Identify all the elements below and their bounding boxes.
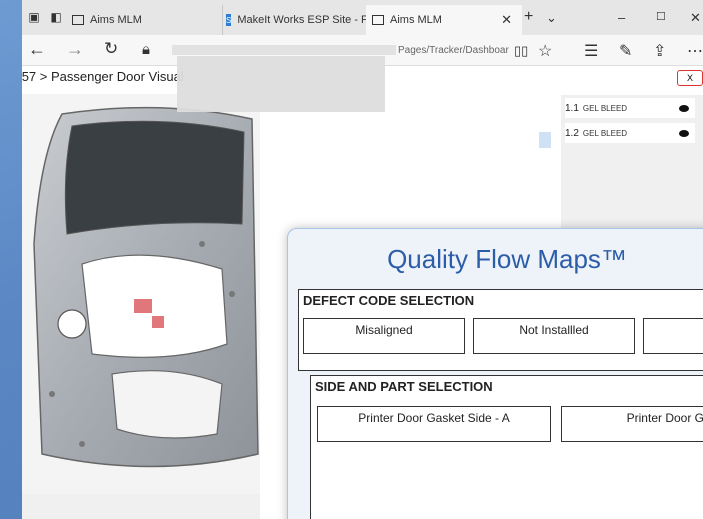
window-close-icon[interactable]: ✕	[690, 10, 701, 26]
browser-window: ▣ ◧ Aims MLM S MakeIt Works ESP Site - F…	[22, 0, 703, 519]
defect-number: 1.2	[565, 127, 579, 139]
page-icon	[372, 15, 384, 25]
sharepoint-icon: S	[226, 14, 232, 26]
reading-view-icon[interactable]: ▯▯	[514, 43, 528, 59]
tab-label: MakeIt Works ESP Site - F	[237, 14, 368, 26]
comment-icon[interactable]	[679, 104, 689, 112]
defect-marker	[134, 299, 152, 313]
defect-option-3[interactable]	[643, 318, 703, 354]
url-text: Pages/Tracker/Dashboar	[398, 44, 509, 56]
breadcrumb: 93457 > Passenger Door Visual	[22, 69, 184, 84]
tab-label: Aims MLM	[390, 14, 442, 26]
chevron-down-icon[interactable]: ⌄	[546, 10, 557, 26]
tabs-preview-icon[interactable]: ◧	[48, 9, 64, 25]
set-aside-tabs-icon[interactable]: ▣	[26, 9, 42, 25]
door-photo	[22, 94, 260, 494]
comment-icon[interactable]	[679, 129, 689, 137]
defect-number: 1.1	[565, 102, 579, 114]
option-label: Misaligned	[355, 323, 413, 337]
side-option-gasket-a[interactable]: Printer Door Gasket Side - A	[317, 406, 551, 442]
defect-label: GEL BLEED	[582, 103, 628, 113]
redaction-overlay	[177, 56, 385, 112]
defect-list-item[interactable]: 1.1 GEL BLEED	[565, 98, 695, 118]
maximize-icon[interactable]: ☐	[656, 10, 666, 23]
dialog-title: Quality Flow Maps™	[387, 244, 627, 274]
photo-footer	[22, 494, 260, 519]
defect-marker	[152, 316, 164, 328]
favorite-star-icon[interactable]: ☆	[538, 41, 552, 61]
option-label: Printer Door Gaske	[626, 411, 703, 425]
defect-list-item[interactable]: 1.2 GEL BLEED	[565, 123, 695, 143]
pen-icon[interactable]: ✎	[619, 41, 632, 61]
refresh-icon[interactable]: ↻	[104, 39, 118, 59]
side-part-selection: SIDE AND PART SELECTION Printer Door Gas…	[310, 375, 703, 519]
defect-label: GEL BLEED	[582, 128, 628, 138]
back-icon[interactable]: ←	[28, 39, 46, 60]
defect-option-not-installed[interactable]: Not Installled	[473, 318, 635, 354]
lock-icon: 🔒︎	[142, 41, 150, 58]
side-option-gasket-b[interactable]: Printer Door Gaske	[561, 406, 703, 442]
section-heading: SIDE AND PART SELECTION	[315, 379, 493, 394]
option-label: Not Installled	[519, 323, 589, 337]
minimize-icon[interactable]: –	[618, 10, 625, 25]
close-button[interactable]: X	[677, 70, 703, 86]
more-icon[interactable]: ⋯	[687, 41, 703, 61]
quality-flow-maps-dialog: Quality Flow Maps™ DEFECT CODE SELECTION…	[287, 228, 703, 519]
tab-aims-mlm-active[interactable]: Aims MLM ✕	[366, 5, 522, 35]
tab-label: Aims MLM	[90, 14, 142, 26]
share-icon[interactable]: ⇪	[653, 41, 666, 61]
page-icon	[72, 15, 84, 25]
close-tab-icon[interactable]: ✕	[501, 12, 512, 28]
tab-aims-mlm-1[interactable]: Aims MLM	[72, 5, 223, 35]
tab-makeit-works[interactable]: S MakeIt Works ESP Site - F	[226, 5, 368, 35]
tab-bar: ▣ ◧ Aims MLM S MakeIt Works ESP Site - F…	[22, 0, 703, 35]
option-label: Printer Door Gasket Side - A	[358, 411, 510, 425]
defect-code-selection: DEFECT CODE SELECTION Misaligned Not Ins…	[298, 289, 703, 371]
selection-marker	[539, 132, 551, 148]
forward-icon[interactable]: →	[66, 39, 84, 60]
section-heading: DEFECT CODE SELECTION	[303, 293, 475, 308]
passenger-door-image	[22, 94, 260, 494]
defect-option-misaligned[interactable]: Misaligned	[303, 318, 465, 354]
favorites-list-icon[interactable]: ☰	[584, 41, 598, 61]
url-redacted	[172, 45, 396, 55]
new-tab-icon[interactable]: +	[524, 8, 533, 26]
